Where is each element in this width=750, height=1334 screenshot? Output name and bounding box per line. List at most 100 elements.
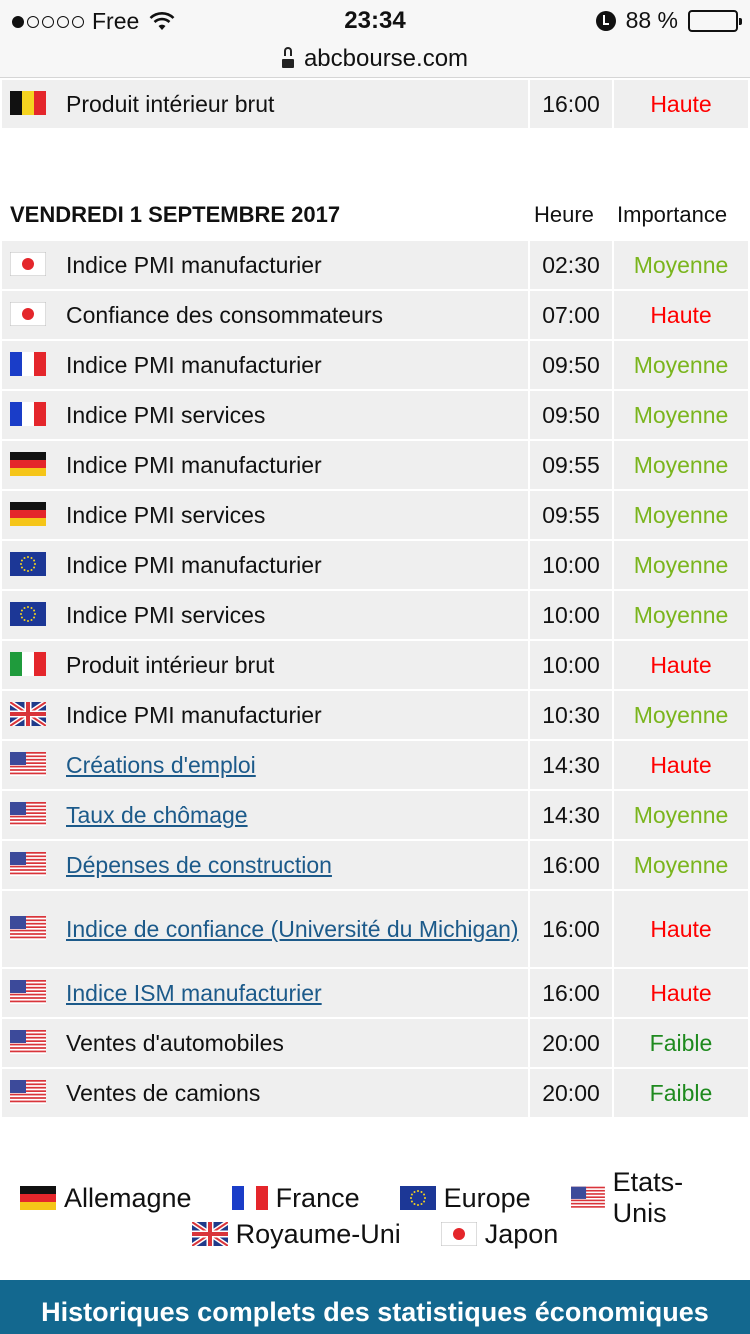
legend-label: Allemagne — [64, 1182, 192, 1213]
table-row: Indice PMI manufacturier 09:50 Moyenne — [2, 341, 748, 389]
europe-flag-icon — [399, 1186, 436, 1210]
event-link[interactable]: Indice ISM manufacturier — [66, 980, 322, 1006]
status-bar: Free 23:34 88 % — [0, 0, 750, 40]
event-time: 09:50 — [530, 341, 612, 389]
event-name: Produit intérieur brut — [66, 651, 275, 678]
url-text[interactable]: abcbourse.com — [304, 45, 468, 73]
table-row: Confiance des consommateurs 07:00 Haute — [2, 291, 748, 339]
event-importance: Moyenne — [614, 791, 748, 839]
events-table: Indice PMI manufacturier 02:30 Moyenne Conf… — [0, 239, 750, 1119]
event-cell: Indice PMI manufacturier — [2, 441, 528, 489]
event-time: 10:00 — [530, 591, 612, 639]
statistics-history-button[interactable]: Historiques complets des statistiques éc… — [0, 1280, 750, 1334]
event-time: 02:30 — [530, 241, 612, 289]
event-time: 16:00 — [530, 841, 612, 889]
event-time: 16:00 — [530, 969, 612, 1017]
france-flag-icon — [231, 1186, 268, 1210]
event-time: 09:55 — [530, 491, 612, 539]
italy-flag-icon — [10, 651, 46, 676]
table-row: Ventes de camions 20:00 Faible — [2, 1069, 748, 1117]
event-name: Indice PMI manufacturier — [66, 451, 322, 478]
legend-label: Etats-Unis — [612, 1167, 684, 1228]
europe-flag-icon — [10, 551, 46, 576]
event-importance: Faible — [614, 1019, 748, 1067]
event-link[interactable]: Créations d'emploi — [66, 752, 256, 778]
event-cell: Indice PMI manufacturier — [2, 341, 528, 389]
germany-flag-icon — [20, 1186, 56, 1210]
event-cell: Ventes de camions — [2, 1069, 528, 1117]
event-cell[interactable]: Indice de confiance (Université du Michi… — [2, 891, 528, 967]
event-name: Produit intérieur brut — [66, 90, 275, 117]
event-cell: Indice PMI manufacturier — [2, 541, 528, 589]
japan-flag-icon — [440, 1222, 477, 1246]
status-right: 88 % — [595, 7, 742, 34]
legend-label: Japon — [484, 1218, 559, 1249]
event-name: Confiance des consommateurs — [66, 301, 384, 328]
legend-item: France — [231, 1183, 360, 1214]
belgium-flag-icon — [10, 90, 46, 115]
event-name: Indice PMI services — [66, 501, 266, 528]
event-cell[interactable]: Taux de chômage — [2, 791, 528, 839]
event-time: 14:30 — [530, 791, 612, 839]
event-importance: Moyenne — [614, 691, 748, 739]
japan-flag-icon — [10, 301, 46, 326]
event-name: Ventes de camions — [66, 1079, 261, 1106]
event-name: Indice PMI services — [66, 401, 266, 428]
event-time: 09:55 — [530, 441, 612, 489]
legend-item: Royaume-Uni — [191, 1219, 401, 1250]
event-cell: Confiance des consommateurs — [2, 291, 528, 339]
event-name: Indice PMI services — [66, 601, 266, 628]
event-time: 07:00 — [530, 291, 612, 339]
table-row: Indice PMI services 09:55 Moyenne — [2, 491, 748, 539]
table-row: Indice PMI manufacturier 02:30 Moyenne — [2, 241, 748, 289]
table-row: Ventes d'automobiles 20:00 Faible — [2, 1019, 748, 1067]
event-importance: Haute — [614, 80, 748, 128]
event-importance: Moyenne — [614, 491, 748, 539]
europe-flag-icon — [10, 601, 46, 626]
event-time: 20:00 — [530, 1019, 612, 1067]
japan-flag-icon — [10, 251, 46, 276]
usa-flag-icon — [10, 801, 46, 826]
event-cell[interactable]: Dépenses de construction — [2, 841, 528, 889]
event-cell: Indice PMI services — [2, 391, 528, 439]
table-row: Indice ISM manufacturier 16:00 Haute — [2, 969, 748, 1017]
legend-item: Allemagne — [20, 1183, 192, 1214]
event-time: 14:30 — [530, 741, 612, 789]
event-link[interactable]: Indice de confiance (Université du Michi… — [66, 916, 519, 942]
event-importance: Faible — [614, 1069, 748, 1117]
legend-item: Europe — [399, 1182, 531, 1214]
event-cell[interactable]: Indice ISM manufacturier — [2, 969, 528, 1017]
event-cell: Indice PMI services — [2, 491, 528, 539]
lock-icon — [281, 46, 294, 68]
event-cell[interactable]: Créations d'emploi — [2, 741, 528, 789]
url-bar[interactable]: abcbourse.com — [0, 40, 750, 78]
usa-flag-icon — [10, 1079, 46, 1104]
event-importance: Moyenne — [614, 841, 748, 889]
uk-flag-icon — [191, 1222, 228, 1246]
event-importance: Moyenne — [614, 541, 748, 589]
event-link[interactable]: Dépenses de construction — [66, 852, 332, 878]
table-row: Créations d'emploi 14:30 Haute — [2, 741, 748, 789]
germany-flag-icon — [10, 501, 46, 526]
event-cell: Produit intérieur brut — [2, 80, 528, 128]
section-header: VENDREDI 1 SEPTEMBRE 2017 Heure Importan… — [10, 200, 738, 232]
table-row: Dépenses de construction 16:00 Moyenne — [2, 841, 748, 889]
event-importance: Moyenne — [614, 241, 748, 289]
legend-label: Europe — [443, 1182, 531, 1213]
section-date: VENDREDI 1 SEPTEMBRE 2017 — [10, 202, 341, 227]
table-row: Indice PMI manufacturier 10:30 Moyenne — [2, 691, 748, 739]
table-row: Taux de chômage 14:30 Moyenne — [2, 791, 748, 839]
event-link[interactable]: Taux de chômage — [66, 802, 248, 828]
germany-flag-icon — [10, 451, 46, 476]
france-flag-icon — [10, 401, 46, 426]
event-importance: Haute — [614, 641, 748, 689]
table-row: Indice de confiance (Université du Michi… — [2, 891, 748, 967]
event-cell: Produit intérieur brut — [2, 641, 528, 689]
event-time: 09:50 — [530, 391, 612, 439]
event-importance: Moyenne — [614, 591, 748, 639]
flag-legend: Allemagne France Europe Etats-Unis Royaume-… — [0, 1167, 750, 1252]
event-time: 10:00 — [530, 641, 612, 689]
usa-flag-icon — [10, 979, 46, 1004]
event-time: 16:00 — [530, 891, 612, 967]
battery-percent: 88 % — [625, 7, 678, 33]
